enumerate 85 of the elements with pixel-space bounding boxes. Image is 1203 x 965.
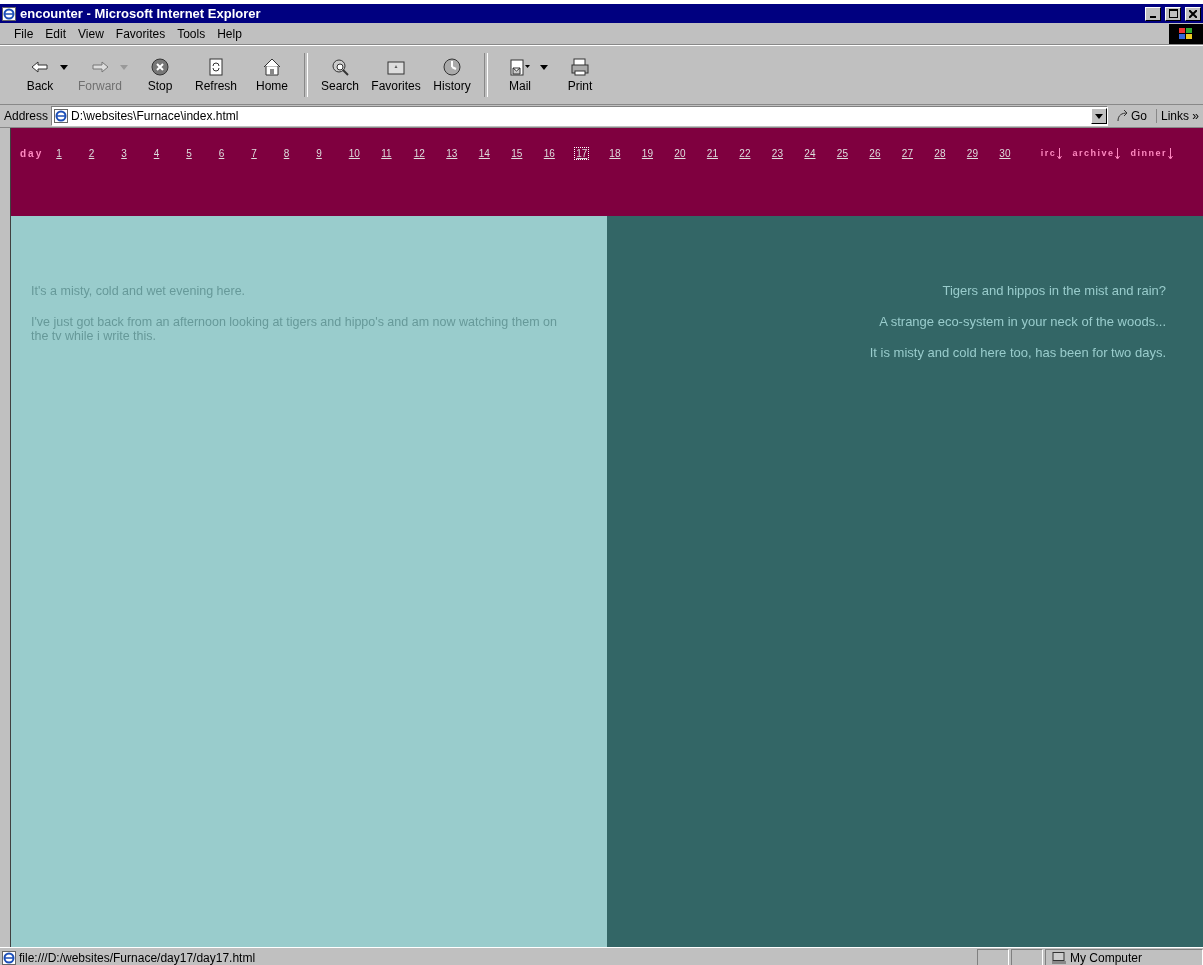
search-icon [329,57,351,77]
down-arrow-icon [1057,148,1063,160]
mail-icon [509,57,531,77]
day-link[interactable]: 22 [738,148,771,159]
toolbar-button[interactable]: Home [244,48,300,102]
ie-page-icon [54,109,69,123]
day-link[interactable]: 27 [900,148,934,159]
section-link[interactable]: dinner [1130,148,1173,160]
ie-page-icon [2,6,16,21]
minimize-button[interactable] [1145,6,1161,21]
day-link[interactable]: 15 [510,148,543,159]
day-link[interactable]: 2 [87,148,121,159]
toolbar-button[interactable]: Print [552,48,608,102]
address-label: Address [4,109,49,123]
caret-icon[interactable] [540,64,548,70]
day-link[interactable]: 25 [835,148,869,159]
menu-item[interactable]: File [8,24,40,43]
status-pane [977,949,1009,965]
day-link[interactable]: 1 [55,148,88,159]
day-link[interactable]: 10 [347,148,381,159]
day-link[interactable]: 17 [575,148,589,159]
clock-icon [441,57,463,77]
reply-text: It is misty and cold here too, has been for two days. [868,346,1166,360]
day-link[interactable]: 6 [217,148,251,159]
toolbar-button[interactable]: Refresh [188,48,244,102]
day-link[interactable]: 18 [608,148,641,159]
toolbar-button[interactable]: Favorites [368,48,424,102]
printer-icon [569,57,591,77]
day-link[interactable]: 5 [185,148,218,159]
links-button[interactable]: Links » [1155,109,1203,123]
go-button[interactable]: Go [1110,109,1153,123]
day-link[interactable]: 16 [542,148,576,159]
ie-page-icon [2,951,16,965]
minimize-icon [1150,15,1156,18]
menu-item[interactable]: Favorites [109,24,172,43]
day-link[interactable]: 30 [998,148,1031,159]
down-arrow-icon [1167,148,1173,160]
toolbar-button[interactable]: Back [12,48,68,102]
close-button[interactable] [1185,6,1201,21]
dropdown-button[interactable] [1090,108,1107,124]
day-link[interactable]: 24 [803,148,836,159]
toolbar-button[interactable]: Mail [492,48,548,102]
maximize-icon [1168,9,1178,18]
menu-item[interactable]: View [72,24,110,43]
caret-icon[interactable] [60,64,68,70]
stop-icon [149,57,171,77]
status-pane [1011,949,1043,965]
down-arrow-icon [1115,148,1121,160]
day-link[interactable]: 26 [868,148,901,159]
day-link[interactable]: 14 [477,148,511,159]
reply-text: Tigers and hippos in the mist and rain? [941,284,1166,298]
day-link[interactable]: 9 [315,148,348,159]
day-link[interactable]: 7 [250,148,283,159]
section-link[interactable]: irc [1040,148,1063,160]
day-link[interactable]: 12 [412,148,446,159]
day-link[interactable]: 23 [770,148,804,159]
day-link[interactable]: 20 [673,148,706,159]
home-icon [261,57,283,77]
menu-item[interactable]: Tools [171,24,212,43]
caret-icon [1094,113,1103,119]
windows-logo-icon [1169,23,1203,44]
day-link[interactable]: 28 [933,148,966,159]
window-title: encounter - Microsoft Internet Explorer [20,6,262,21]
close-icon [1189,9,1197,18]
day-link[interactable]: 3 [120,148,153,159]
toolbar-button[interactable]: History [424,48,480,102]
address-field[interactable]: D:\websites\Furnace\index.html [51,106,1108,126]
day-link[interactable]: 11 [380,148,413,159]
day-link[interactable]: 8 [282,148,316,159]
zone-label: My Computer [1070,951,1143,965]
curved-arrow-icon [1116,110,1129,122]
toolbar-button[interactable]: Search [312,48,368,102]
reply-text: A strange eco-system in your neck of the woods... [878,315,1166,329]
day-link[interactable]: 21 [705,148,739,159]
section-link[interactable]: archive [1072,148,1121,160]
day-link[interactable]: 19 [640,148,674,159]
maximize-button[interactable] [1165,6,1181,21]
day-link[interactable]: 29 [965,148,999,159]
menu-item[interactable]: Edit [39,24,73,43]
status-url: file:///D:/websites/Furnace/day17/day17.html [19,951,256,965]
day-label: day [20,148,44,159]
toolbar-button[interactable]: Stop [132,48,188,102]
day-link[interactable]: 13 [445,148,478,159]
day-link[interactable]: 4 [152,148,186,159]
menu-item[interactable]: Help [211,24,248,43]
